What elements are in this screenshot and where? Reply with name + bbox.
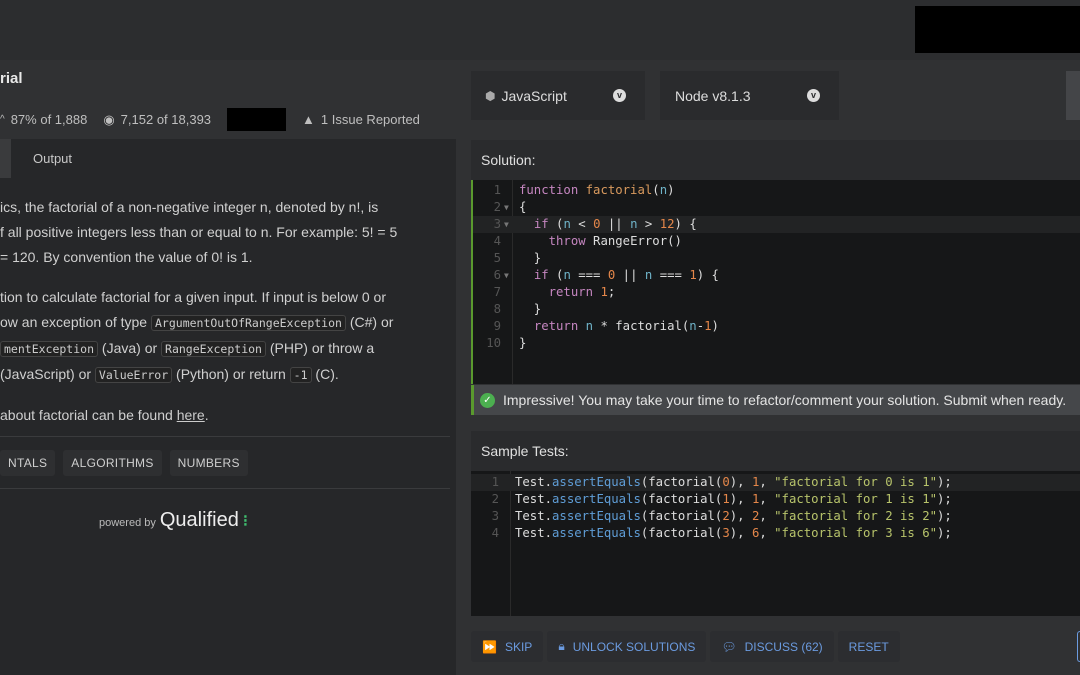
discuss-button[interactable]: 💬︎ DISCUSS (62) — [710, 631, 834, 662]
desc-text: . — [204, 407, 209, 423]
desc-text: ow an exception of type — [0, 314, 151, 330]
here-link[interactable]: here — [177, 407, 205, 423]
issues-link[interactable]: 1 Issue Reported — [321, 112, 420, 127]
kata-title: rial — [0, 70, 23, 87]
logo-dots-icon: ⁝ — [242, 513, 248, 530]
sample-tests-header: Sample Tests: — [471, 431, 1080, 471]
action-buttons: ⏩ SKIP 🔒︎ UNLOCK SOLUTIONS 💬︎ DISCUSS (62) … — [471, 631, 900, 662]
inline-code: ValueError — [94, 367, 173, 383]
tag[interactable]: ALGORITHMS — [63, 450, 162, 476]
lock-icon: 🔒︎ — [558, 639, 565, 653]
divider — [0, 488, 450, 489]
qualified-logo: Qualified — [159, 509, 239, 531]
powered-by-qualified[interactable]: powered by Qualified ⁝ — [99, 509, 248, 532]
fast-forward-icon: ⏩ — [482, 639, 497, 654]
completed-icon: ◉ — [103, 111, 115, 127]
reset-label: RESET — [848, 639, 889, 654]
powered-by-text: powered by — [99, 517, 156, 529]
reset-button[interactable]: RESET — [837, 631, 900, 662]
warning-icon: ▲ — [302, 112, 315, 127]
desc-text: (Python) or return — [172, 366, 290, 382]
version-select[interactable]: Node v8.1.3 v — [660, 71, 839, 120]
discuss-label: DISCUSS (62) — [744, 639, 823, 654]
sample-tests-editor[interactable]: 1 Test.assertEquals(factorial(0), 1, "fac… — [471, 471, 1080, 616]
solution-header: Solution: — [471, 140, 1080, 180]
unlock-label: UNLOCK SOLUTIONS — [572, 639, 696, 654]
desc-text: about factorial can be found — [0, 407, 177, 423]
comments-icon: 💬︎ — [721, 639, 737, 654]
sample-tests-label: Sample Tests: — [481, 443, 569, 459]
skip-button[interactable]: ⏩ SKIP — [471, 631, 544, 662]
inline-code: -1 — [289, 367, 312, 383]
desc-line: f all positive integers less than or equ… — [0, 224, 398, 240]
solution-editor[interactable]: 1 function factorial(n) 2 ▼{ 3 ▼ if (n < 0 … — [471, 180, 1080, 384]
desc-line: ics, the factorial of a non-negative int… — [0, 199, 379, 215]
desc-text: (JavaScript) or — [0, 366, 95, 382]
version-value: Node v8.1.3 — [675, 87, 751, 104]
language-value: JavaScript — [501, 87, 567, 104]
divider — [0, 436, 450, 437]
tag[interactable]: NTALS — [0, 450, 56, 476]
description-text: ics, the factorial of a non-negative int… — [0, 195, 450, 443]
desc-text: (C). — [311, 366, 339, 382]
success-text: Impressive! You may take your time to re… — [503, 392, 1067, 408]
tag-list: NTALS ALGORITHMS NUMBERS — [0, 450, 248, 476]
kata-stats: ^ 87% of 1,888 ◉ 7,152 of 18,393 ▲ 1 Iss… — [0, 108, 426, 131]
tab-output[interactable]: Output — [33, 151, 72, 166]
inline-code: mentException — [0, 341, 99, 357]
desc-text: (PHP) or throw a — [265, 340, 375, 356]
redacted-area — [915, 6, 1080, 53]
settings-button[interactable] — [1066, 71, 1080, 120]
solution-label: Solution: — [481, 152, 536, 168]
completed-count: 7,152 of 18,393 — [120, 112, 212, 127]
tag[interactable]: NUMBERS — [169, 450, 248, 476]
skip-label: SKIP — [504, 639, 533, 654]
inline-code: RangeException — [161, 341, 266, 357]
desc-line: = 120. By convention the value of 0! is … — [0, 249, 253, 265]
language-select[interactable]: ⬢ JavaScript v — [471, 71, 645, 120]
rank-pct: 87% of 1,888 — [10, 112, 88, 127]
tab-instructions[interactable] — [0, 139, 11, 178]
description-panel: Output ics, the factorial of a non-negat… — [0, 139, 456, 675]
success-message: ✓ Impressive! You may take your time to … — [471, 385, 1080, 415]
redacted-area — [227, 108, 287, 131]
javascript-icon: ⬢ — [485, 88, 496, 103]
unlock-solutions-button[interactable]: 🔒︎ UNLOCK SOLUTIONS — [547, 631, 707, 662]
desc-text: (Java) or — [98, 340, 162, 356]
satisfaction-icon: ^ — [0, 114, 5, 125]
desc-line: tion to calculate factorial for a given … — [0, 289, 386, 305]
chevron-down-icon: v — [613, 89, 626, 102]
desc-text: (C#) or — [345, 314, 394, 330]
chevron-down-icon: v — [807, 89, 820, 102]
check-circle-icon: ✓ — [480, 392, 495, 408]
inline-code: ArgumentOutOfRangeException — [151, 315, 346, 331]
